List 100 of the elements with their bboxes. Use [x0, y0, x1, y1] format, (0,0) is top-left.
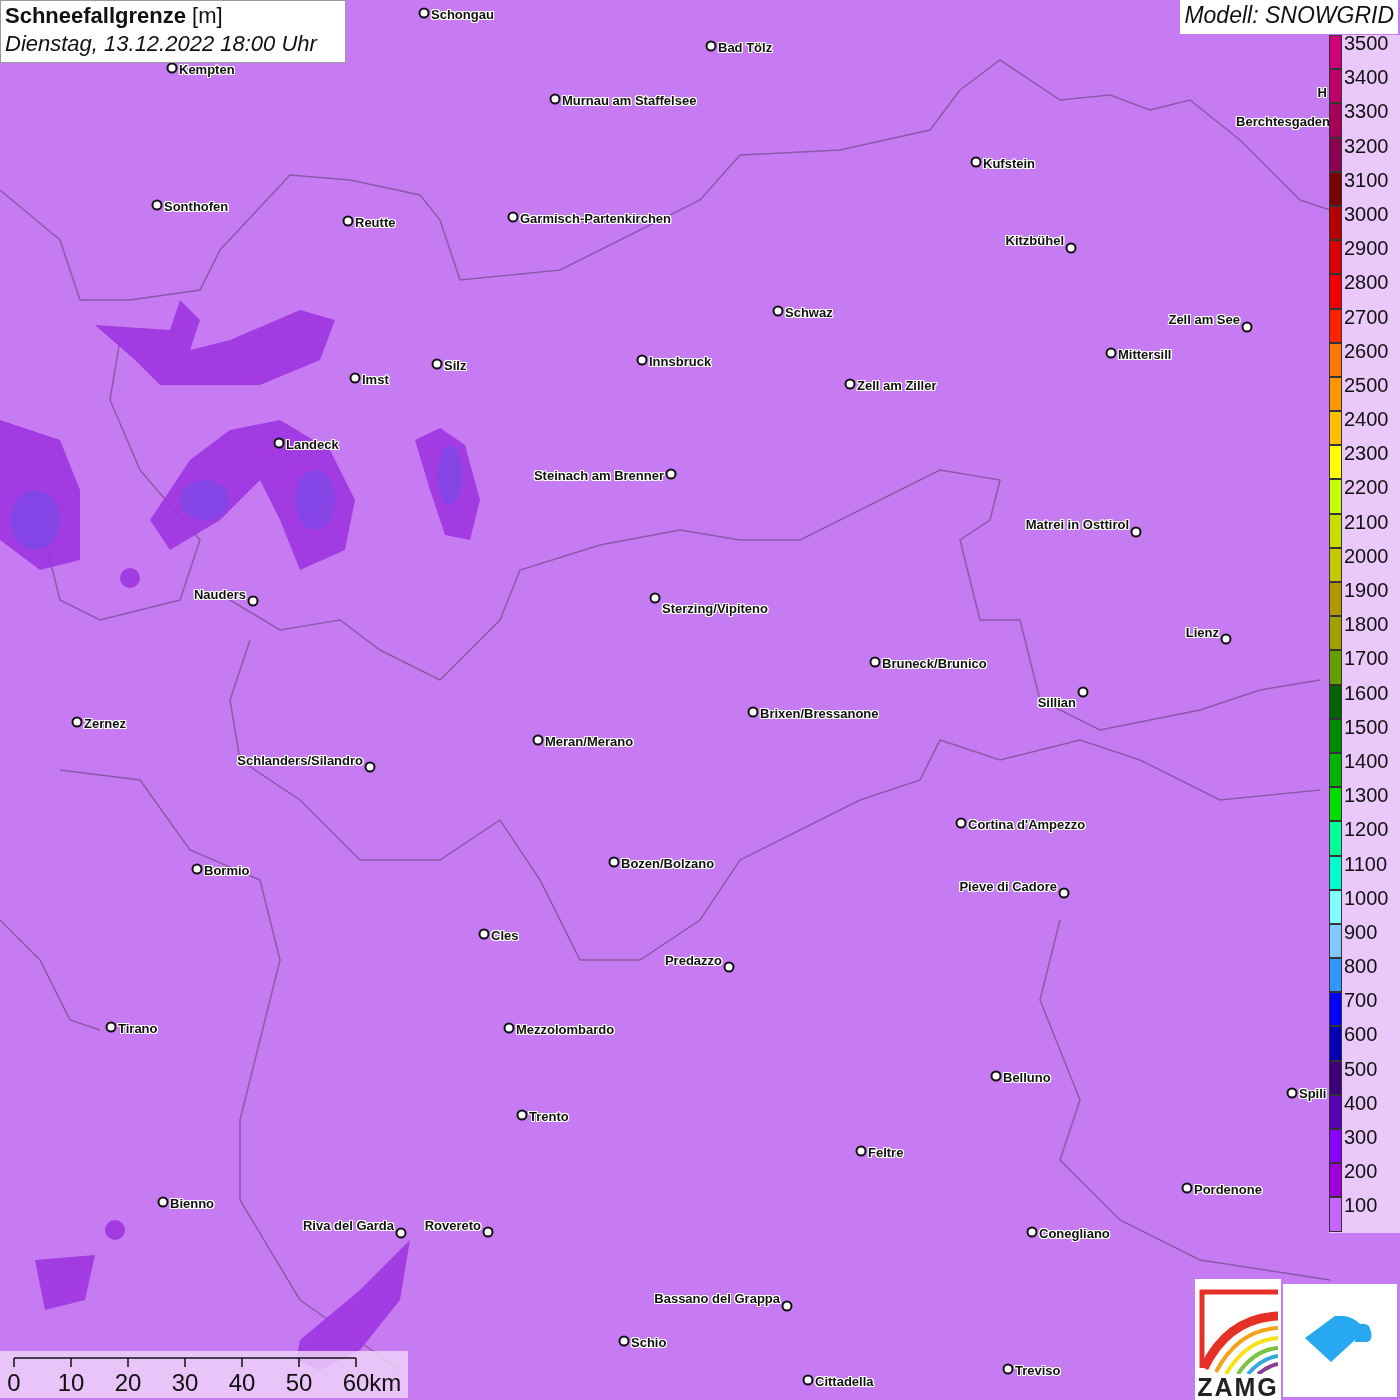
snowline-area — [438, 445, 462, 505]
city-label: Bormio — [204, 862, 250, 878]
city-label: Kufstein — [983, 155, 1035, 171]
city-label: Tirano — [118, 1020, 158, 1036]
city-marker — [507, 211, 519, 223]
city-label: Sterzing/Vipiteno — [662, 600, 768, 616]
city-label: Riva del Garda — [302, 1217, 394, 1233]
legend-label: 2800 — [1344, 272, 1389, 293]
city-marker — [618, 1335, 630, 1347]
city-marker — [1130, 526, 1142, 538]
scale-label: 20 — [114, 1369, 142, 1397]
city-label: Murnau am Staffelsee — [562, 92, 697, 108]
city-label: Innsbruck — [649, 353, 712, 369]
snowline-area — [120, 568, 140, 588]
city-marker — [855, 1145, 867, 1157]
city-label: Spili — [1299, 1085, 1327, 1101]
city-marker — [1002, 1363, 1014, 1375]
city-label: Imst — [362, 371, 389, 387]
city-marker — [349, 372, 361, 384]
legend-label: 1800 — [1344, 614, 1389, 635]
city-label: Garmisch-Partenkirchen — [520, 210, 671, 226]
model-label: Modell: SNOWGRID — [1180, 0, 1398, 34]
city-marker — [1065, 242, 1077, 254]
city-marker — [516, 1109, 528, 1121]
city-label: H — [1317, 84, 1327, 100]
city-label: Bienno — [170, 1195, 215, 1211]
city-marker — [747, 706, 759, 718]
legend-label: 2600 — [1344, 340, 1389, 361]
city-label: Kempten — [179, 61, 235, 77]
city-label: Predazzo — [664, 952, 722, 968]
city-marker — [869, 656, 881, 668]
city-label: Schongau — [431, 6, 494, 22]
map-title: Schneefallgrenze [m] — [5, 3, 224, 29]
city-marker — [608, 856, 620, 868]
legend-label: 1100 — [1344, 853, 1387, 874]
city-label: Reutte — [355, 214, 396, 230]
city-label: Trento — [529, 1108, 569, 1124]
city-marker — [781, 1300, 793, 1312]
city-label: Rovereto — [424, 1217, 481, 1233]
legend-label: 1300 — [1344, 785, 1389, 806]
city-marker — [1105, 347, 1117, 359]
city-marker — [532, 734, 544, 746]
city-label: Schio — [631, 1334, 667, 1350]
legend-label: 1600 — [1344, 682, 1389, 703]
legend-label: 800 — [1344, 956, 1378, 977]
legend-label: 100 — [1344, 1195, 1378, 1216]
city-marker — [151, 199, 163, 211]
legend-label: 3000 — [1344, 203, 1389, 224]
legend-label: 1200 — [1344, 819, 1389, 840]
city-marker — [649, 592, 661, 604]
city-label: Cles — [491, 927, 519, 943]
city-label: Brixen/Bressanone — [760, 705, 879, 721]
city-marker — [772, 305, 784, 317]
city-marker — [990, 1070, 1002, 1082]
city-marker — [105, 1021, 117, 1033]
city-marker — [970, 156, 982, 168]
legend-label: 1700 — [1344, 648, 1389, 669]
city-label: Zernez — [84, 715, 126, 731]
city-marker — [636, 354, 648, 366]
legend-label: 900 — [1344, 921, 1378, 942]
city-label: Pieve di Cadore — [959, 878, 1057, 894]
legend-label: 700 — [1344, 990, 1378, 1011]
city-marker — [431, 358, 443, 370]
legend-label: 2900 — [1344, 238, 1389, 259]
legend-label: 1500 — [1344, 716, 1389, 737]
city-label: Nauders — [193, 586, 246, 602]
legend-label: 500 — [1344, 1058, 1378, 1079]
legend-label: 600 — [1344, 1024, 1378, 1045]
legend-label: 2400 — [1344, 409, 1389, 430]
legend-label: 400 — [1344, 1092, 1378, 1113]
snowline-area — [105, 1220, 125, 1240]
city-label: Lienz — [1185, 624, 1219, 640]
city-marker — [191, 863, 203, 875]
legend-label: 2000 — [1344, 545, 1389, 566]
city-marker — [705, 40, 717, 52]
city-marker — [1077, 686, 1089, 698]
city-marker — [955, 817, 967, 829]
scale-label: 0 — [7, 1369, 21, 1397]
city-label: Kitzbühel — [1005, 232, 1064, 248]
legend-label: 3300 — [1344, 101, 1389, 122]
city-label: Sonthofen — [164, 198, 229, 214]
legend-label: 3100 — [1344, 169, 1389, 190]
scale-label: 50 — [285, 1369, 313, 1397]
scale-label: 40 — [228, 1369, 256, 1397]
city-label: Zell am Ziller — [857, 377, 937, 393]
city-label: Berchtesgaden — [1236, 113, 1330, 129]
city-label: Belluno — [1003, 1069, 1051, 1085]
city-label: Cittadella — [815, 1373, 874, 1389]
rainbow-logo-icon — [1198, 1288, 1278, 1374]
city-marker — [418, 7, 430, 19]
legend-label: 3500 — [1344, 33, 1389, 53]
city-label: Pordenone — [1194, 1181, 1262, 1197]
snowline-area — [10, 490, 60, 550]
city-marker — [503, 1022, 515, 1034]
city-label: Zell am See — [1168, 311, 1240, 327]
city-marker — [157, 1196, 169, 1208]
city-marker — [395, 1227, 407, 1239]
city-marker — [665, 468, 677, 480]
legend-label: 2500 — [1344, 374, 1389, 395]
city-marker — [71, 716, 83, 728]
